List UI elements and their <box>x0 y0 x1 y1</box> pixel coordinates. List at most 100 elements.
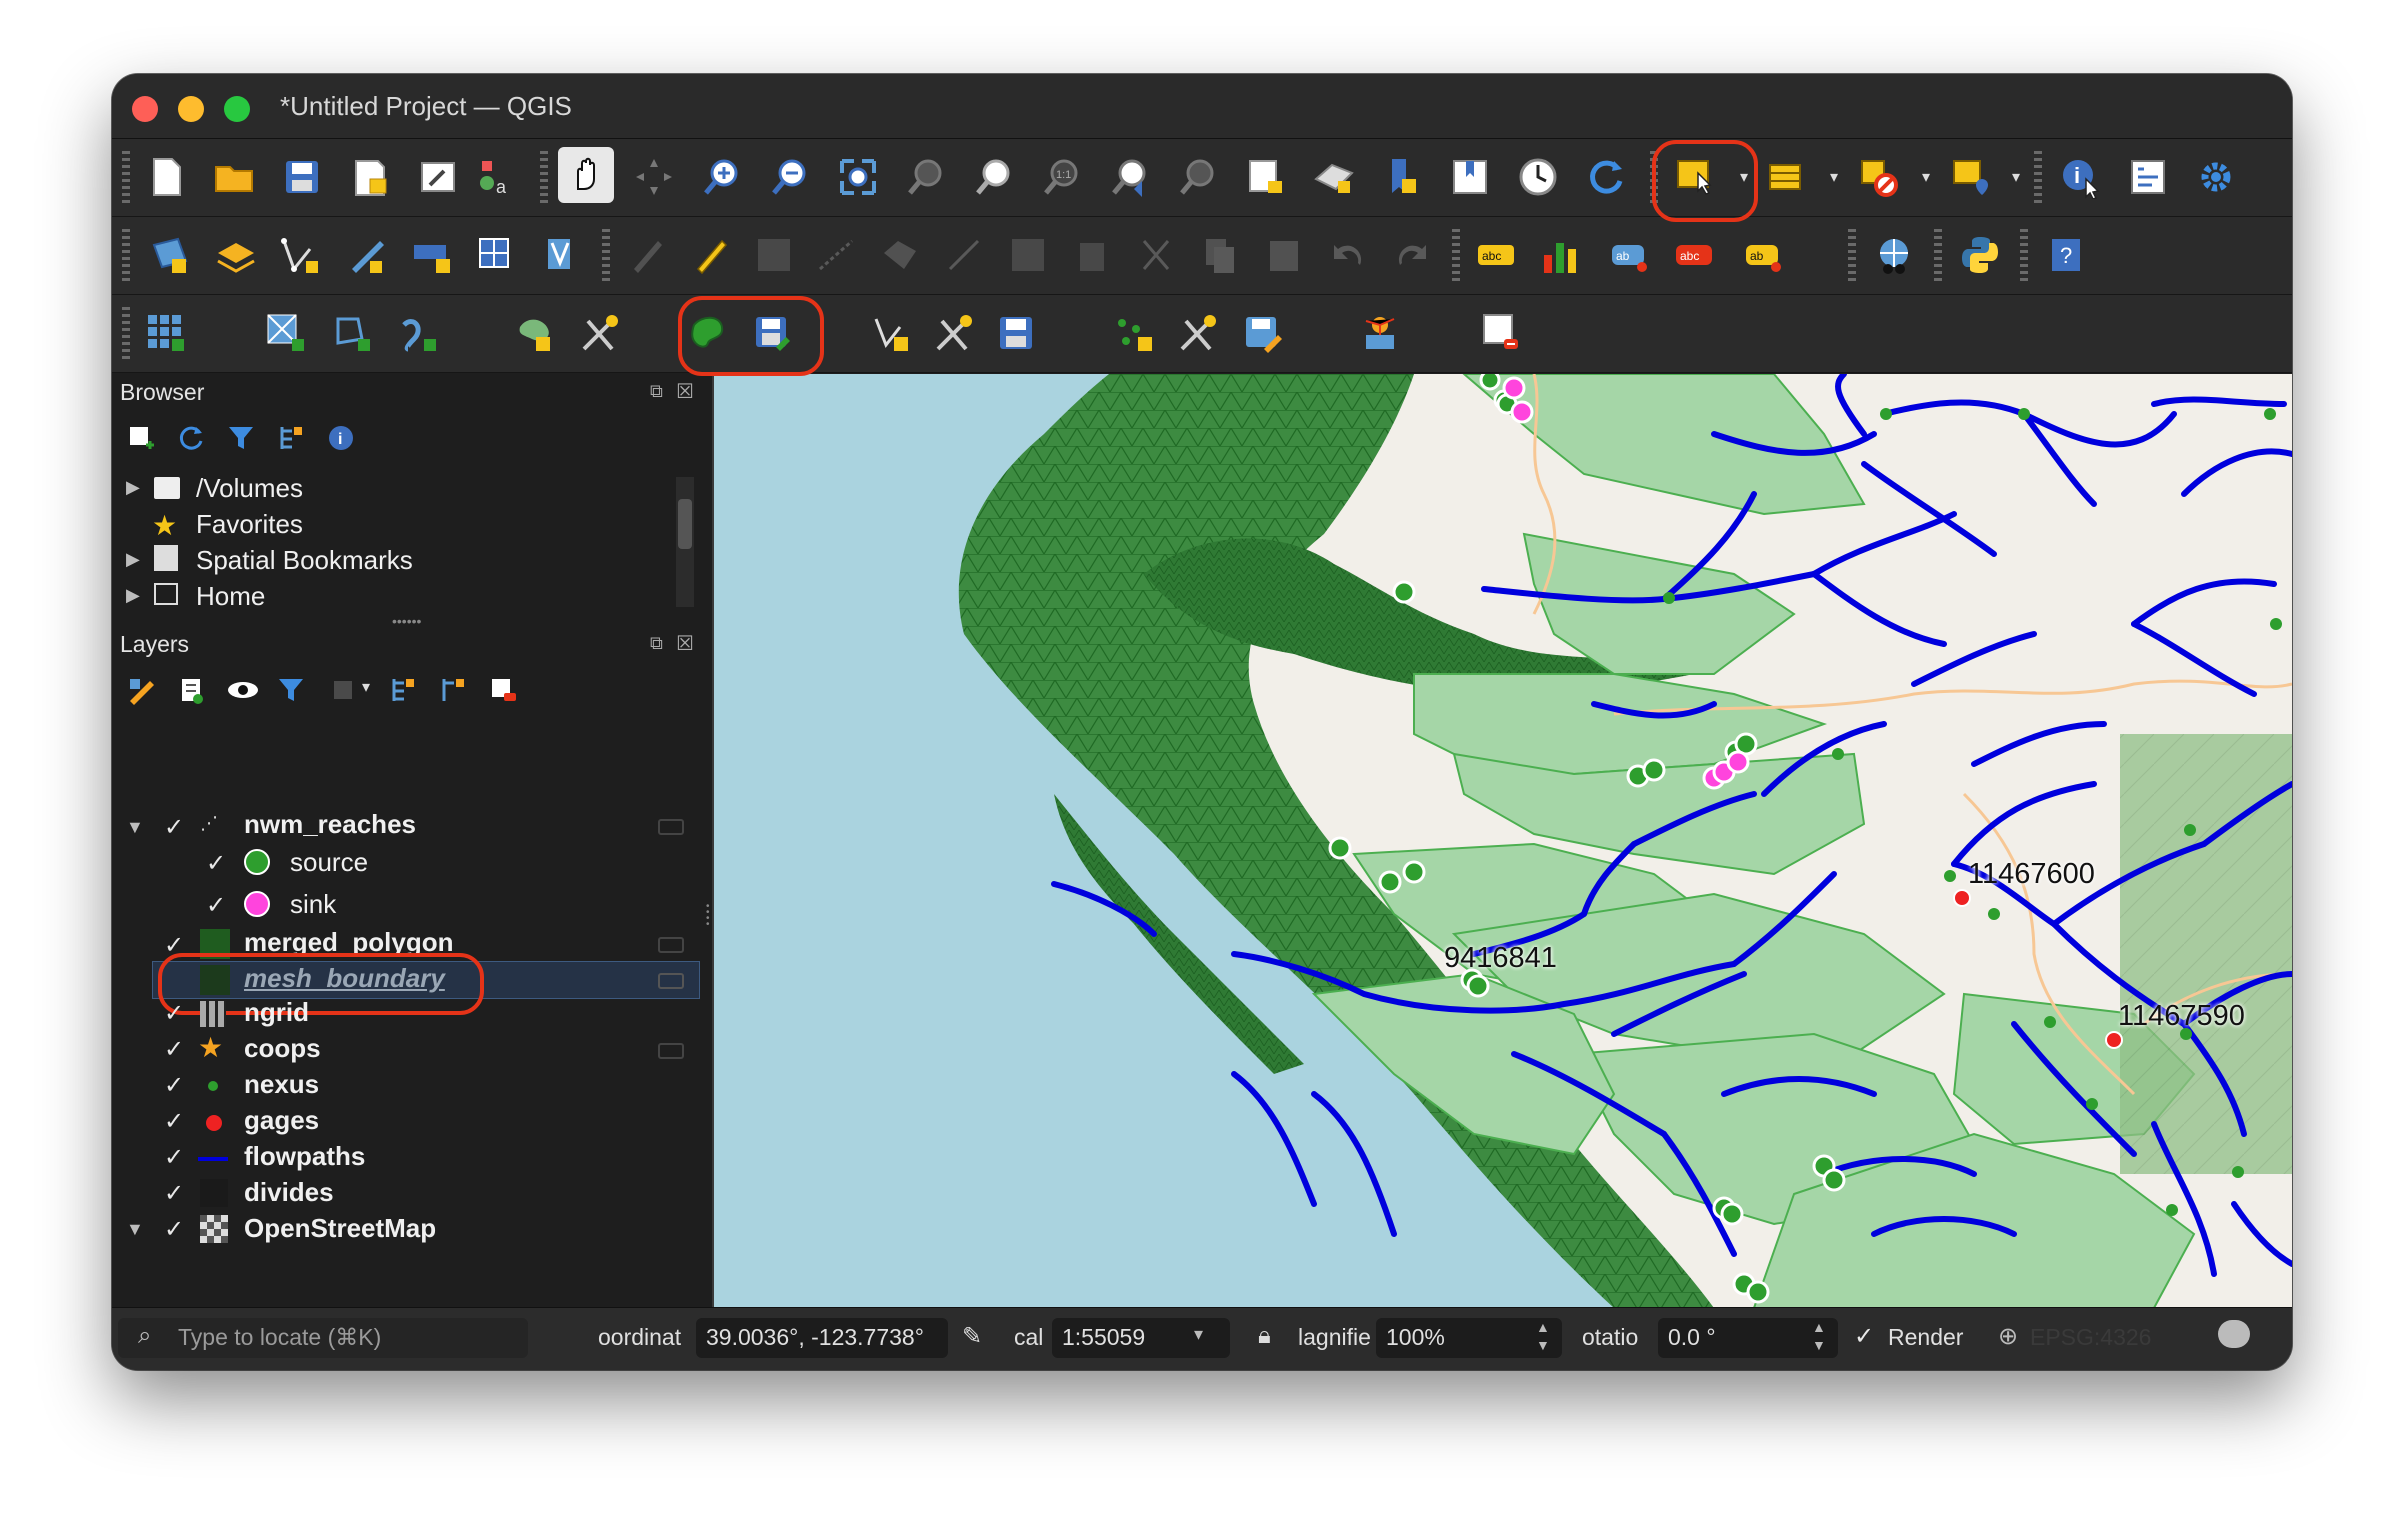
vertex-add-icon[interactable] <box>862 305 918 361</box>
copy-icon[interactable] <box>1192 227 1248 283</box>
collapse-all-icon[interactable] <box>276 423 306 453</box>
collapse-arrow-icon[interactable]: ▼ <box>126 817 144 838</box>
browser-item-spatial-bookmarks[interactable]: Spatial Bookmarks <box>196 545 413 576</box>
new-project-icon[interactable] <box>138 149 194 205</box>
scrollbar-thumb[interactable] <box>678 499 692 549</box>
save-project-icon[interactable] <box>274 149 330 205</box>
close-window-button[interactable] <box>132 96 158 122</box>
mesh-grid-icon[interactable] <box>138 305 194 361</box>
info-icon[interactable]: i <box>326 423 356 453</box>
legend-item-sink[interactable]: sink <box>290 889 336 920</box>
edit-tools-icon[interactable] <box>926 305 982 361</box>
delete-icon[interactable] <box>1064 227 1120 283</box>
expand-arrow-icon[interactable]: ▶ <box>126 477 140 498</box>
layer-coops[interactable]: coops <box>244 1033 321 1064</box>
browser-item-volumes[interactable]: /Volumes <box>196 473 303 504</box>
edit-pen-icon[interactable] <box>338 227 394 283</box>
toolbar-grip[interactable] <box>1848 229 1856 281</box>
toolbar-grip[interactable] <box>122 307 130 359</box>
magnifier-value[interactable]: 100% <box>1386 1324 1445 1351</box>
network-plugin-icon[interactable] <box>1352 305 1408 361</box>
zoom-next-icon[interactable] <box>1170 149 1226 205</box>
python-icon[interactable] <box>1952 227 2008 283</box>
close-panel-icon[interactable]: ☒ <box>676 379 694 404</box>
collapse-arrow-icon[interactable]: ▼ <box>126 1219 144 1240</box>
chevron-down-icon[interactable]: ▾ <box>2004 149 2028 205</box>
minimize-window-button[interactable] <box>178 96 204 122</box>
expand-arrow-icon[interactable]: ▶ <box>126 549 140 570</box>
layer-flowpaths[interactable]: flowpaths <box>244 1141 365 1172</box>
visibility-eye-icon[interactable] <box>226 675 260 705</box>
show-bookmarks-icon[interactable] <box>1442 149 1498 205</box>
attribute-table-icon[interactable] <box>1760 149 1816 205</box>
cut-icon[interactable] <box>1128 227 1184 283</box>
toolbar-grip[interactable] <box>2020 229 2028 281</box>
collapse-all-icon[interactable] <box>438 675 468 705</box>
filter-icon[interactable] <box>226 423 256 453</box>
crs-status[interactable]: EPSG:4326 <box>2030 1324 2151 1351</box>
messages-icon[interactable] <box>2218 1320 2250 1348</box>
save-points-icon[interactable] <box>1234 305 1290 361</box>
remove-layer-icon[interactable] <box>488 675 518 705</box>
layer-indicator-icon[interactable] <box>658 973 684 989</box>
zoom-native-icon[interactable]: 1:1 <box>1034 149 1090 205</box>
layer-visibility-checkbox[interactable]: ✓ <box>164 1179 184 1208</box>
pan-to-selection-icon[interactable] <box>626 149 682 205</box>
data-source-manager-icon[interactable] <box>142 227 198 283</box>
label-pin-icon[interactable]: ab <box>1602 227 1658 283</box>
magnifier-stepper[interactable]: ▲ ▼ <box>1536 1318 1550 1354</box>
new-layer-icon[interactable] <box>208 227 264 283</box>
mesh-tools-icon[interactable] <box>572 305 628 361</box>
close-panel-icon[interactable]: ☒ <box>676 631 694 656</box>
expand-arrow-icon[interactable]: ▶ <box>126 585 140 606</box>
chevron-down-icon[interactable]: ▾ <box>362 677 370 697</box>
add-mesh-icon[interactable] <box>258 305 314 361</box>
toolbar-grip[interactable] <box>122 229 130 281</box>
edit-pen-icon[interactable] <box>682 227 738 283</box>
layer-visibility-checkbox[interactable]: ✓ <box>164 1107 184 1136</box>
zoom-full-icon[interactable] <box>830 149 886 205</box>
save-layer-edits-icon[interactable] <box>988 305 1044 361</box>
label-hide-icon[interactable]: abc <box>1666 227 1722 283</box>
lock-icon[interactable]: 🔒︎ <box>1258 1322 1271 1350</box>
remove-layer-icon[interactable] <box>1472 305 1528 361</box>
zoom-to-layer-icon[interactable] <box>966 149 1022 205</box>
vertex-tool-icon[interactable] <box>468 227 524 283</box>
new-print-layout-icon[interactable] <box>342 149 398 205</box>
line-tool-icon[interactable] <box>808 227 864 283</box>
browser-item-home[interactable]: Home <box>196 581 265 612</box>
zoom-window-button[interactable] <box>224 96 250 122</box>
chevron-down-icon[interactable]: ▾ <box>1822 149 1846 205</box>
temporal-controller-icon[interactable] <box>1510 149 1566 205</box>
layer-visibility-checkbox[interactable]: ✓ <box>164 1071 184 1100</box>
layer-ngrid[interactable]: ngrid <box>244 997 309 1028</box>
expand-all-icon[interactable] <box>388 675 418 705</box>
pencil-disabled-icon[interactable] <box>618 227 674 283</box>
select-location-icon[interactable] <box>1944 149 2000 205</box>
zoom-out-icon[interactable] <box>762 149 818 205</box>
zoom-in-icon[interactable] <box>694 149 750 205</box>
diagram-icon[interactable] <box>1532 227 1588 283</box>
float-panel-icon[interactable]: ⧉ <box>650 633 663 654</box>
label-move-icon[interactable]: ab <box>1736 227 1792 283</box>
splitter-handle[interactable]: • • • • <box>706 902 710 930</box>
scale-value[interactable]: 1:55059 <box>1062 1324 1145 1351</box>
filter-legend-icon[interactable] <box>276 675 306 705</box>
layer-openstreetmap[interactable]: OpenStreetMap <box>244 1213 436 1244</box>
zoom-to-selection-icon[interactable] <box>898 149 954 205</box>
style-layer-icon[interactable] <box>126 675 156 705</box>
refresh-icon[interactable] <box>176 423 206 453</box>
layer-indicator-icon[interactable] <box>658 819 684 835</box>
new-map-view-icon[interactable] <box>1238 149 1294 205</box>
coordinate-value[interactable]: 39.0036°, -123.7738° <box>706 1324 924 1351</box>
polygon-edit-icon[interactable] <box>508 305 564 361</box>
toolbar-grip[interactable] <box>122 151 130 203</box>
deselect-icon[interactable] <box>1852 149 1908 205</box>
digitize-mesh-icon[interactable] <box>324 305 380 361</box>
style-manager-icon[interactable]: a <box>468 149 524 205</box>
layer-indicator-icon[interactable] <box>658 1043 684 1059</box>
layer-nwm-reaches[interactable]: nwm_reaches <box>244 809 416 840</box>
refresh-icon[interactable] <box>1578 149 1634 205</box>
add-group-icon[interactable] <box>176 675 206 705</box>
legend-item-source[interactable]: source <box>290 847 368 878</box>
